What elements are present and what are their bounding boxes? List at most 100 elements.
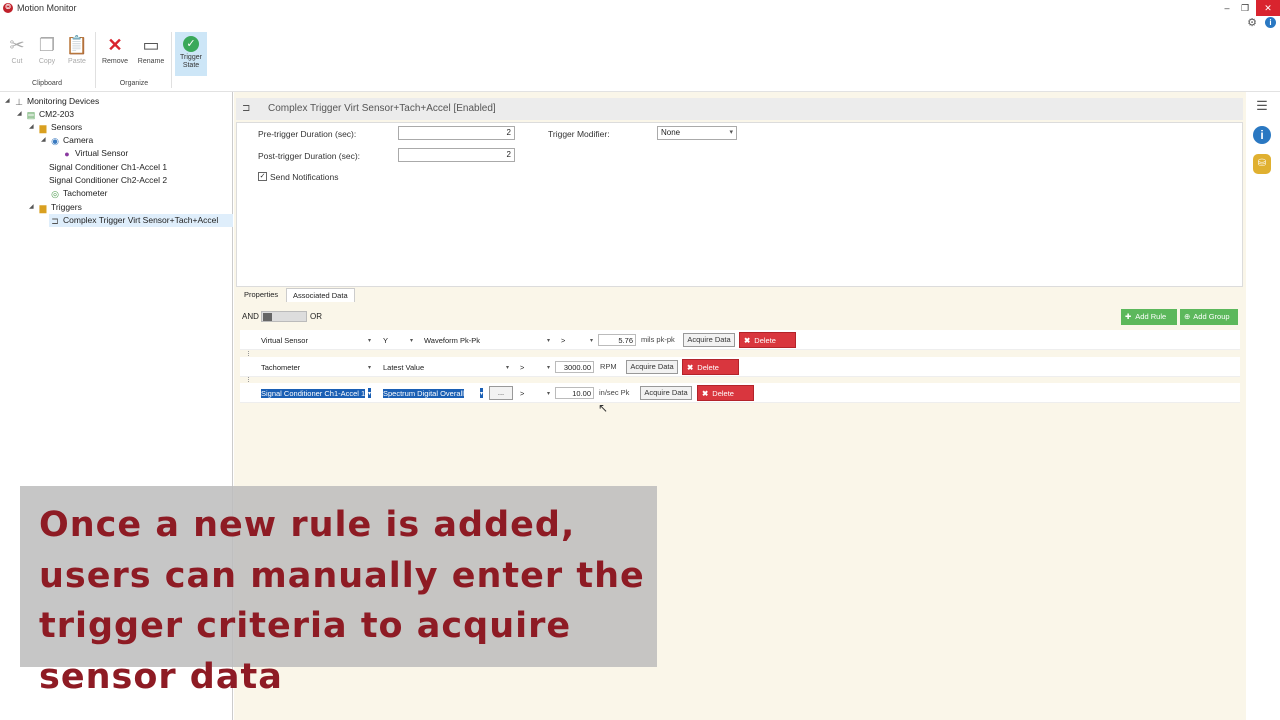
acquire-data-button[interactable]: Acquire Data [640, 386, 692, 400]
pre-trigger-input[interactable]: 2 [398, 126, 515, 140]
add-group-button[interactable]: ⊕ Add Group [1180, 309, 1238, 325]
rule-unit-label: in/sec Pk [599, 388, 630, 397]
cut-label: Cut [11, 58, 23, 65]
camera-icon: ◉ [51, 135, 59, 146]
tree-label: Signal Conditioner Ch1-Accel 1 [49, 162, 168, 172]
tab-properties[interactable]: Properties [238, 288, 284, 302]
send-notifications-checkbox[interactable]: ✓ [258, 172, 267, 181]
chevron-down-icon: ▾ [409, 338, 413, 344]
app-window: ❂ Motion Monitor – ❐ ✕ ⚙ i ✂ Cut ❐ Copy … [0, 0, 1280, 720]
rule-value-input[interactable]: 5.76 [598, 334, 636, 346]
tree-label: Tachometer [63, 188, 108, 198]
rule-measure-select[interactable]: Spectrum Digital Overall ▾ [380, 387, 486, 399]
mouse-cursor-icon: ↖ [598, 401, 609, 415]
info-icon[interactable]: i [1253, 126, 1271, 144]
tree-node-camera[interactable]: ◢ ◉ Camera [41, 134, 93, 147]
clipboard-group-label: Clipboard [32, 80, 62, 87]
rule-axis-select[interactable]: Y ▾ [380, 334, 416, 346]
add-group-label: Add Group [1193, 312, 1230, 321]
chevron-down-icon: ▾ [546, 391, 550, 397]
trigger-modifier-select[interactable]: None ▾ [657, 126, 737, 140]
gear-icon[interactable]: ⚙ [1245, 16, 1259, 30]
rename-icon: ▭ [142, 35, 160, 55]
delete-label: Delete [697, 363, 719, 372]
tree-node-signal-conditioner-1[interactable]: Signal Conditioner Ch1-Accel 1 [49, 161, 167, 174]
scissors-icon: ✂ [9, 35, 25, 55]
or-label: OR [310, 312, 322, 321]
database-info-icon[interactable]: ⛁ [1253, 154, 1271, 174]
post-trigger-label: Post-trigger Duration (sec): [258, 151, 361, 161]
group-divider [171, 32, 172, 88]
rule-measure-select[interactable]: Latest Value ▾ [380, 361, 512, 373]
tree-node-tachometer[interactable]: ◎ Tachometer [49, 187, 107, 200]
rename-label: Rename [137, 58, 165, 65]
copy-button[interactable]: ❐ Copy [31, 32, 63, 80]
network-icon: ⊥ [15, 96, 23, 107]
rule-operator-select[interactable]: > ▾ [517, 361, 553, 373]
chevron-down-icon: ▾ [367, 338, 371, 344]
check-circle-icon: ✓ [183, 36, 199, 52]
collapse-arrow-icon[interactable]: ◢ [17, 108, 25, 121]
tree-label: CM2-203 [39, 109, 74, 119]
post-trigger-input[interactable]: 2 [398, 148, 515, 162]
rule-value-input[interactable]: 3000.00 [555, 361, 594, 373]
group-divider [95, 32, 96, 88]
rule-operator-select[interactable]: > ▾ [558, 334, 596, 346]
rule-source-select[interactable]: Virtual Sensor ▾ [258, 334, 374, 346]
delete-rule-button[interactable]: ✖ Delete [682, 359, 739, 375]
tree-label: Camera [63, 135, 94, 145]
collapse-arrow-icon[interactable]: ◢ [5, 95, 13, 108]
and-or-toggle[interactable] [261, 311, 307, 322]
copy-icon: ❐ [38, 35, 56, 55]
export-list-icon[interactable]: ☰ [1252, 98, 1272, 116]
rename-button[interactable]: ▭ Rename [135, 32, 167, 80]
delete-rule-button[interactable]: ✖ Delete [739, 332, 796, 348]
more-options-button[interactable]: ... [489, 386, 513, 400]
add-rule-button[interactable]: ✚ Add Rule [1121, 309, 1177, 325]
chevron-down-icon: ▾ [546, 338, 550, 344]
tree-node-device[interactable]: ◢ ▤ CM2-203 [17, 108, 74, 121]
tree-node-triggers[interactable]: ◢ ▆ Triggers [29, 201, 82, 214]
tree-node-virtual-sensor[interactable]: ● Virtual Sensor [61, 147, 128, 160]
trigger-modifier-value: None [661, 128, 681, 137]
tree-label: Complex Trigger Virt Sensor+Tach+Accel [63, 215, 219, 225]
trigger-header: ⊐ Complex Trigger Virt Sensor+Tach+Accel… [236, 98, 1243, 120]
rule-source-select[interactable]: Signal Conditioner Ch1-Accel 1 ▾ [258, 387, 374, 399]
tree-node-monitoring-devices[interactable]: ◢ ⊥ Monitoring Devices [5, 95, 99, 108]
acquire-data-button[interactable]: Acquire Data [626, 360, 678, 374]
acquire-data-button[interactable]: Acquire Data [683, 333, 735, 347]
paste-button[interactable]: 📋 Paste [61, 32, 93, 80]
chevron-down-icon: ▾ [505, 365, 509, 371]
device-icon: ▤ [26, 109, 36, 120]
help-info-icon[interactable]: i [1265, 17, 1276, 28]
collapse-arrow-icon[interactable]: ◢ [41, 134, 49, 147]
tab-associated-data[interactable]: Associated Data [286, 288, 355, 302]
title-bar: ❂ Motion Monitor [0, 0, 1280, 16]
cut-button[interactable]: ✂ Cut [1, 32, 33, 80]
toggle-knob[interactable] [263, 313, 272, 321]
trigger-state-button[interactable]: ✓ Trigger State [175, 32, 207, 76]
rule-value-input[interactable]: 10.00 [555, 387, 594, 399]
delete-label: Delete [754, 336, 776, 345]
restore-button[interactable]: ❐ [1236, 0, 1254, 16]
close-button[interactable]: ✕ [1256, 0, 1280, 16]
tree-node-sensors[interactable]: ◢ ▆ Sensors [29, 121, 82, 134]
remove-button[interactable]: ✕ Remove [99, 32, 131, 80]
tree-node-signal-conditioner-2[interactable]: Signal Conditioner Ch2-Accel 2 [49, 174, 167, 187]
delete-rule-button[interactable]: ✖ Delete [697, 385, 754, 401]
rule-measure-select[interactable]: Waveform Pk-Pk ▾ [421, 334, 553, 346]
rule-source-select[interactable]: Tachometer ▾ [258, 361, 374, 373]
minimize-button[interactable]: – [1218, 0, 1236, 16]
remove-label: Remove [101, 58, 129, 65]
caption-text: Once a new rule is added, users can manu… [39, 505, 645, 697]
collapse-arrow-icon[interactable]: ◢ [29, 201, 37, 214]
tree-node-complex-trigger[interactable]: ⊐ Complex Trigger Virt Sensor+Tach+Accel [49, 214, 233, 227]
trigger-modifier-label: Trigger Modifier: [548, 129, 610, 139]
properties-panel [236, 122, 1243, 287]
collapse-arrow-icon[interactable]: ◢ [29, 121, 37, 134]
window-title: Motion Monitor [17, 3, 77, 13]
map-pin-icon: ● [64, 148, 70, 159]
rule-operator-select[interactable]: > ▾ [517, 387, 553, 399]
rule-unit-label: RPM [600, 362, 617, 371]
chevron-down-icon: ▾ [367, 388, 371, 398]
